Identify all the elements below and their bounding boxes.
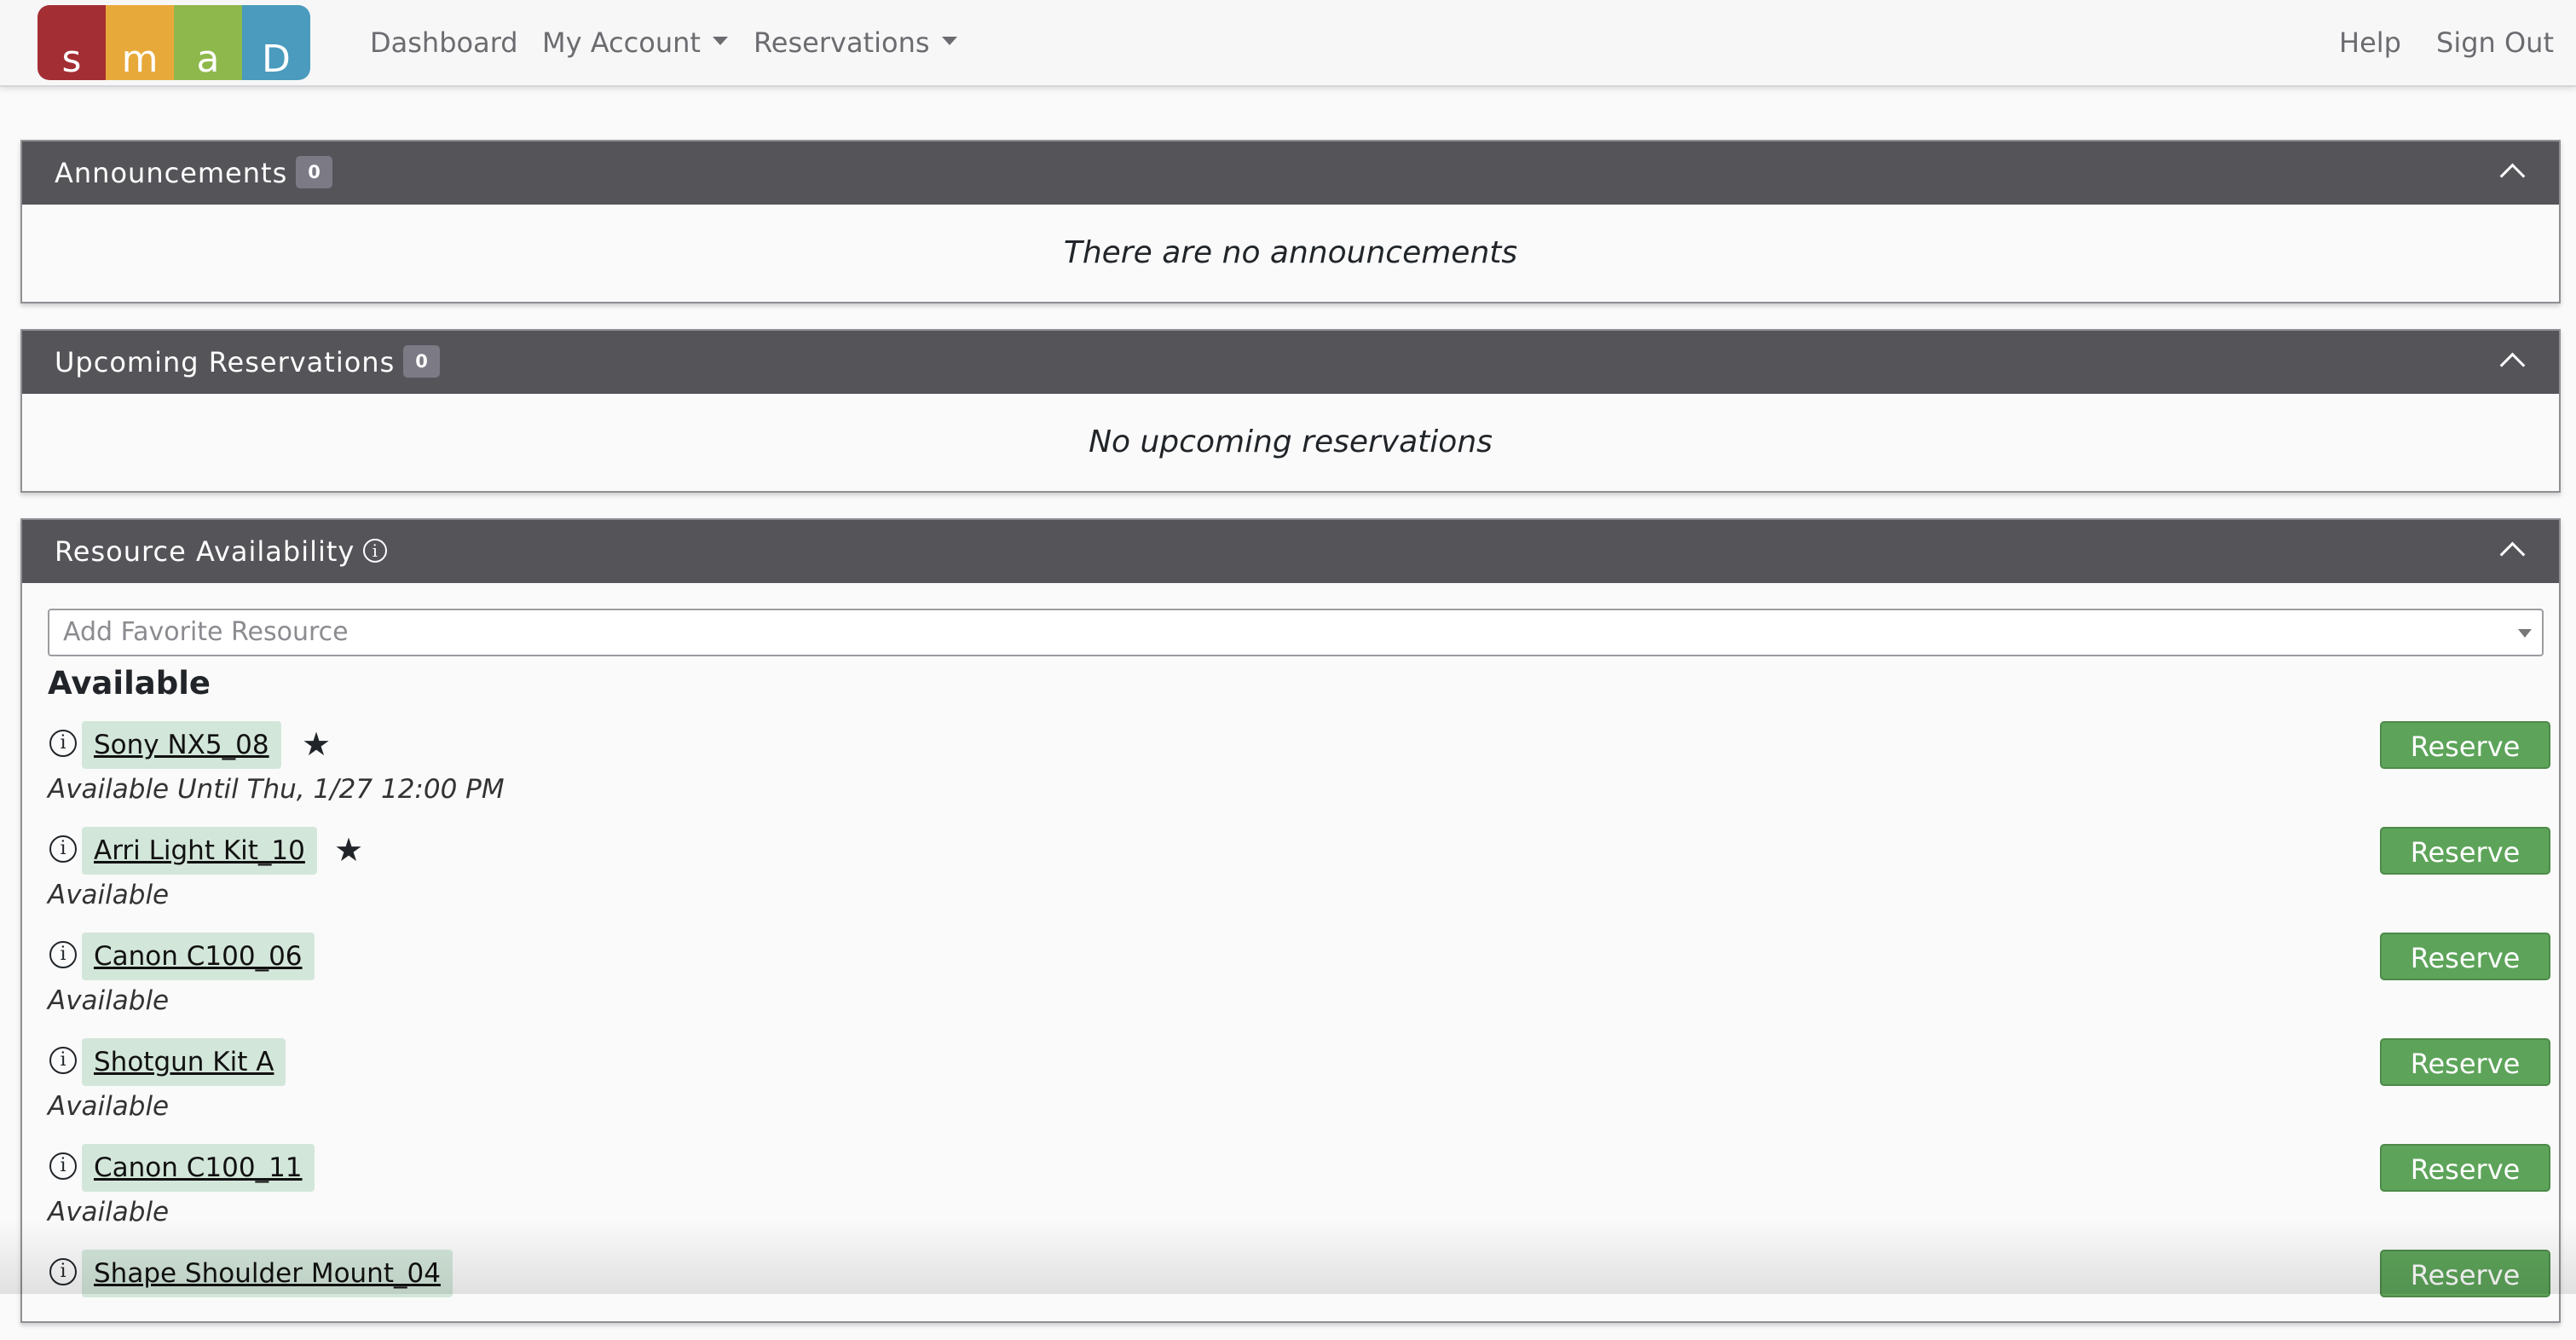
info-circle-icon[interactable]: i	[49, 1047, 77, 1074]
chevron-up-icon[interactable]	[2499, 352, 2526, 378]
announcements-card: Announcements 0 There are no announcement…	[20, 140, 2561, 303]
logo-letter-a: a	[174, 5, 242, 80]
smad-logo[interactable]: s m a D	[38, 5, 310, 80]
chevron-up-icon[interactable]	[2499, 163, 2526, 189]
info-circle-icon[interactable]: i	[49, 941, 77, 968]
reserve-button[interactable]: Reserve	[2380, 1250, 2550, 1297]
caret-down-icon	[941, 37, 957, 45]
reserve-button[interactable]: Reserve	[2380, 1038, 2550, 1086]
resource-row: i Shape Shoulder Mount_04 Reserve	[48, 1239, 2550, 1340]
resource-name-link[interactable]: Shape Shoulder Mount_04	[82, 1250, 453, 1297]
announcements-title: Announcements 0	[55, 142, 332, 205]
top-navbar: s m a D Dashboard My Account Reservation…	[0, 0, 2576, 87]
nav-reservations-label: Reservations	[754, 26, 930, 59]
dropdown-arrow-icon	[2518, 629, 2532, 638]
favorite-star-icon[interactable]: ★	[334, 829, 363, 871]
resource-row: i Canon C100_06 Available Reserve	[48, 922, 2550, 1023]
resource-status: Available Until Thu, 1/27 12:00 PM	[48, 774, 505, 805]
resource-name-link[interactable]: Canon C100_06	[82, 933, 315, 980]
upcoming-reservations-card: Upcoming Reservations 0 No upcoming reser…	[20, 329, 2561, 493]
resource-status: Available	[48, 985, 170, 1016]
logo-letter-d: D	[242, 5, 310, 80]
resource-name-link[interactable]: Canon C100_11	[82, 1144, 315, 1192]
upcoming-reservations-header[interactable]: Upcoming Reservations 0	[22, 331, 2559, 394]
resource-availability-header[interactable]: Resource Availability i	[22, 520, 2559, 583]
announcements-empty-text: There are no announcements	[1063, 235, 1518, 270]
info-circle-icon[interactable]: i	[49, 835, 77, 863]
nav-help[interactable]: Help	[2339, 24, 2401, 61]
resource-status: Available	[48, 880, 170, 910]
announcements-count-badge: 0	[296, 156, 332, 188]
resource-name-link[interactable]: Arri Light Kit_10	[82, 827, 317, 875]
info-circle-icon[interactable]: i	[363, 539, 388, 563]
resource-availability-title: Resource Availability i	[55, 520, 388, 583]
add-favorite-resource-select[interactable]: Add Favorite Resource	[48, 609, 2544, 656]
resource-row: i Sony NX5_08 ★ Available Until Thu, 1/2…	[48, 711, 2550, 812]
resource-name-link[interactable]: Shotgun Kit A	[82, 1038, 286, 1086]
nav-my-account[interactable]: My Account	[542, 24, 728, 61]
resource-status: Available	[48, 1197, 170, 1227]
resource-row: i Shotgun Kit A Available Reserve	[48, 1028, 2550, 1129]
upcoming-count-badge: 0	[403, 345, 440, 378]
favorite-star-icon[interactable]: ★	[302, 723, 331, 765]
nav-reservations[interactable]: Reservations	[754, 24, 957, 61]
reserve-button[interactable]: Reserve	[2380, 827, 2550, 875]
reserve-button[interactable]: Reserve	[2380, 1144, 2550, 1192]
favorite-select-placeholder: Add Favorite Resource	[63, 617, 349, 647]
nav-my-account-label: My Account	[542, 26, 701, 59]
resource-availability-card: Resource Availability i Add Favorite Reso…	[20, 518, 2561, 1323]
resource-row: i Canon C100_11 Available Reserve	[48, 1134, 2550, 1234]
info-circle-icon[interactable]: i	[49, 730, 77, 757]
resource-status: Available	[48, 1091, 170, 1122]
upcoming-empty-text: No upcoming reservations	[1089, 425, 1493, 459]
available-section-title: Available	[48, 665, 211, 702]
info-circle-icon[interactable]: i	[49, 1258, 77, 1285]
announcements-header[interactable]: Announcements 0	[22, 142, 2559, 205]
chevron-up-icon[interactable]	[2499, 541, 2526, 568]
reserve-button[interactable]: Reserve	[2380, 721, 2550, 769]
nav-sign-out[interactable]: Sign Out	[2436, 24, 2554, 61]
logo-letter-s: s	[38, 5, 106, 80]
reserve-button[interactable]: Reserve	[2380, 933, 2550, 980]
resource-name-link[interactable]: Sony NX5_08	[82, 721, 281, 769]
resource-row: i Arri Light Kit_10 ★ Available Reserve	[48, 817, 2550, 917]
logo-letter-m: m	[106, 5, 174, 80]
nav-dashboard[interactable]: Dashboard	[370, 24, 518, 61]
caret-down-icon	[712, 37, 728, 45]
upcoming-reservations-title: Upcoming Reservations 0	[55, 331, 440, 394]
info-circle-icon[interactable]: i	[49, 1152, 77, 1180]
